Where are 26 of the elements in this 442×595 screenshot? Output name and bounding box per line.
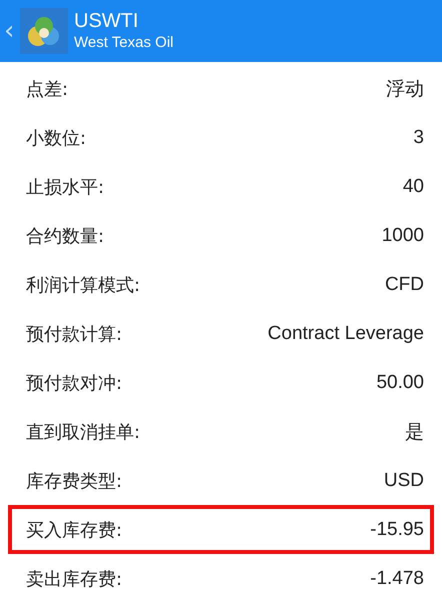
field-value: Contract Leverage [268,322,424,344]
field-label: 利润计算模式: [26,274,140,296]
field-value: -15.95 [370,518,424,540]
symbol-description: West Texas Oil [74,33,174,53]
symbol-title: USWTI [74,9,140,33]
field-label: 合约数量: [26,224,104,248]
field-label: 预付款计算: [26,322,122,346]
field-label: 卖出库存费: [26,568,122,590]
field-value: 浮动 [386,78,424,102]
field-value: 3 [413,126,424,148]
field-value: USD [384,470,424,492]
field-value: -1.478 [370,568,424,590]
field-value: 40 [402,176,424,198]
back-icon[interactable]: ‹ [4,18,14,44]
field-value: 是 [405,420,424,444]
field-label: 库存费类型: [26,470,122,492]
field-label: 止损水平: [26,176,104,198]
field-label: 点差: [26,78,68,100]
field-label: 小数位: [26,126,86,150]
app-logo-icon [20,8,68,54]
field-value: CFD [384,274,424,296]
field-label: 直到取消挂单: [26,420,140,444]
field-value: 1000 [382,224,424,246]
field-label: 预付款对冲: [26,372,122,394]
field-label: 买入库存费: [26,518,122,542]
field-value: 50.00 [376,372,424,394]
